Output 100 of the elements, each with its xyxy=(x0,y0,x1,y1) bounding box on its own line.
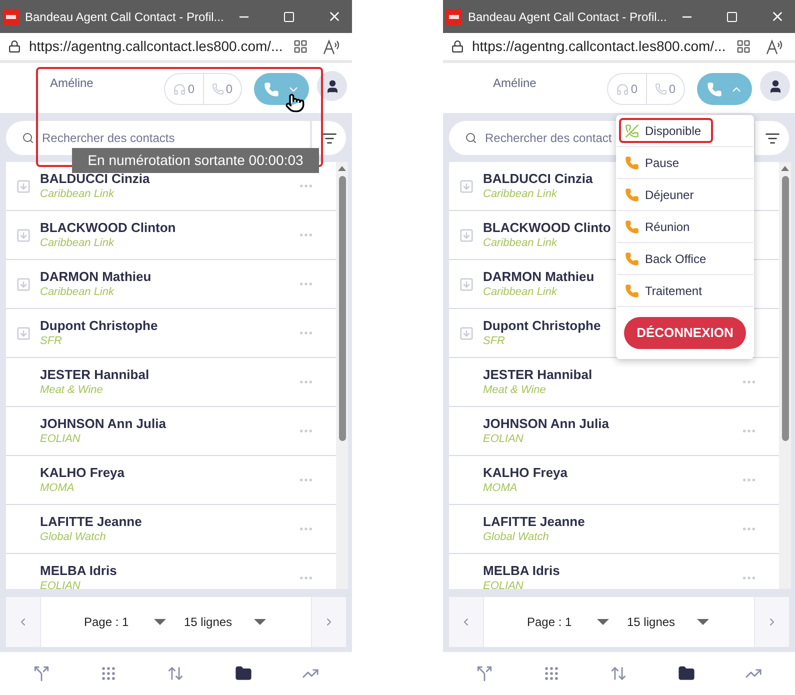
app-logo-icon xyxy=(3,8,19,24)
url-text[interactable]: https://agentng.callcontact.les800.com/... xyxy=(472,36,730,57)
contact-name: BALDUCCI Cinzia xyxy=(40,170,150,187)
contact-name: LAFITTE Jeanne xyxy=(483,513,585,530)
maximize-icon[interactable] xyxy=(283,10,295,22)
contact-name: BLACKWOOD Clinto xyxy=(483,219,611,236)
contact-company: EOLIAN xyxy=(40,579,80,589)
search-icon xyxy=(465,132,477,144)
contact-company: MOMA xyxy=(40,481,74,496)
url-text[interactable]: https://agentng.callcontact.les800.com/... xyxy=(29,36,287,57)
avatar-button[interactable] xyxy=(760,71,790,101)
close-icon[interactable] xyxy=(327,9,342,24)
contact-company: SFR xyxy=(483,334,505,349)
contact-company: Global Watch xyxy=(40,530,106,545)
counter-value: 0 xyxy=(226,81,233,98)
status-item[interactable]: Déjeuner xyxy=(617,179,753,211)
contact-company: Caribbean Link xyxy=(40,236,114,251)
status-label: Réunion xyxy=(645,218,690,236)
contact-company: Caribbean Link xyxy=(40,187,114,202)
filter-icon xyxy=(322,130,336,146)
page-select[interactable]: Page : 1 xyxy=(527,613,597,631)
contact-company: EOLIAN xyxy=(40,432,80,447)
search-placeholder: Rechercher des contacts xyxy=(42,131,175,145)
split-view-icon[interactable] xyxy=(293,39,308,54)
contact-company: MOMA xyxy=(483,481,518,496)
tooltip: En numérotation sortante 00:00:03 xyxy=(72,148,319,173)
status-item[interactable]: Traitement xyxy=(617,275,753,307)
contact-company: SFR xyxy=(40,334,62,349)
history-nav-icon[interactable] xyxy=(167,665,184,682)
status-item[interactable]: Pause xyxy=(617,147,753,179)
contact-company: Caribbean Link xyxy=(483,187,557,202)
window-title: Bandeau Agent Call Contact - Profil... xyxy=(468,8,667,24)
call-status-button[interactable] xyxy=(254,73,309,105)
contact-name: Dupont Christophe xyxy=(40,317,158,334)
search-placeholder: Rechercher des contact xyxy=(485,131,612,145)
status-item[interactable]: Back Office xyxy=(617,243,753,275)
headset-icon xyxy=(172,82,186,96)
contact-name: MELBA Idris xyxy=(483,562,560,579)
agent-name: Améline xyxy=(50,75,94,92)
dialpad-nav-icon[interactable] xyxy=(100,665,118,682)
status-label: Déjeuner xyxy=(645,186,694,204)
contact-name: DARMON Mathieu xyxy=(40,268,152,285)
hang-up-icon xyxy=(625,124,639,138)
rows-select[interactable]: 15 lignes xyxy=(627,613,697,631)
logout-button[interactable]: DÉCONNEXION xyxy=(624,317,746,349)
filter-button[interactable] xyxy=(312,121,346,155)
search-icon xyxy=(22,132,34,144)
contact-company: EOLIAN xyxy=(483,579,524,589)
contact-company: Meat & Wine xyxy=(40,383,103,398)
contact-name: KALHO Freya xyxy=(40,464,125,481)
agent-name: Améline xyxy=(493,75,538,92)
contact-name: DARMON Mathieu xyxy=(483,268,594,285)
contact-company: Caribbean Link xyxy=(483,236,557,251)
caret-icon xyxy=(154,619,166,625)
caret-icon xyxy=(254,619,266,625)
contact-company: Caribbean Link xyxy=(483,285,557,300)
app-logo-icon xyxy=(446,8,462,24)
transfer-nav-icon[interactable] xyxy=(33,665,50,682)
counter-value: 0 xyxy=(630,81,638,98)
contact-name: BLACKWOOD Clinton xyxy=(40,219,176,236)
scrollbar[interactable] xyxy=(779,162,791,589)
filter-button[interactable] xyxy=(755,121,789,155)
headset-icon xyxy=(616,82,629,96)
window-title: Bandeau Agent Call Contact - Profil... xyxy=(25,8,224,24)
contact-name: Dupont Christophe xyxy=(483,317,601,334)
user-icon xyxy=(324,78,340,94)
contacts-nav-icon[interactable] xyxy=(678,665,695,682)
caret-icon xyxy=(597,619,609,625)
counter-value: 0 xyxy=(188,81,195,98)
contact-name: JOHNSON Ann Julia xyxy=(40,415,166,432)
contact-name: BALDUCCI Cinzia xyxy=(483,170,593,187)
close-icon[interactable] xyxy=(770,9,785,24)
contact-name: KALHO Freya xyxy=(483,464,568,481)
avatar-button[interactable] xyxy=(317,71,347,101)
status-label: Traitement xyxy=(645,282,702,300)
contact-company: Meat & Wine xyxy=(483,383,546,398)
read-aloud-icon[interactable] xyxy=(322,38,340,54)
rows-select[interactable]: 15 lignes xyxy=(184,613,254,631)
page-select[interactable]: Page : 1 xyxy=(84,613,154,631)
scrollbar[interactable] xyxy=(336,162,348,589)
contact-name: JESTER Hannibal xyxy=(40,366,150,383)
maximize-icon[interactable] xyxy=(726,10,738,22)
dialpad-nav-icon[interactable] xyxy=(543,665,560,682)
contact-company: EOLIAN xyxy=(483,432,524,447)
contact-name: JESTER Hannibal xyxy=(483,366,592,383)
contacts-nav-icon[interactable] xyxy=(234,665,252,682)
filter-icon xyxy=(764,130,780,146)
phone-icon xyxy=(212,83,224,95)
status-label: Disponible xyxy=(645,122,702,140)
read-aloud-icon[interactable] xyxy=(765,38,783,54)
contact-company: Global Watch xyxy=(483,530,549,545)
history-nav-icon[interactable] xyxy=(610,665,628,682)
caret-icon xyxy=(697,619,709,625)
split-view-icon[interactable] xyxy=(736,39,751,54)
contact-company: Caribbean Link xyxy=(40,285,114,300)
phone-icon xyxy=(654,83,667,95)
transfer-nav-icon[interactable] xyxy=(476,665,494,682)
status-item[interactable]: Réunion xyxy=(617,211,753,243)
contact-name: JOHNSON Ann Julia xyxy=(483,415,609,432)
counter-value: 0 xyxy=(668,81,676,98)
